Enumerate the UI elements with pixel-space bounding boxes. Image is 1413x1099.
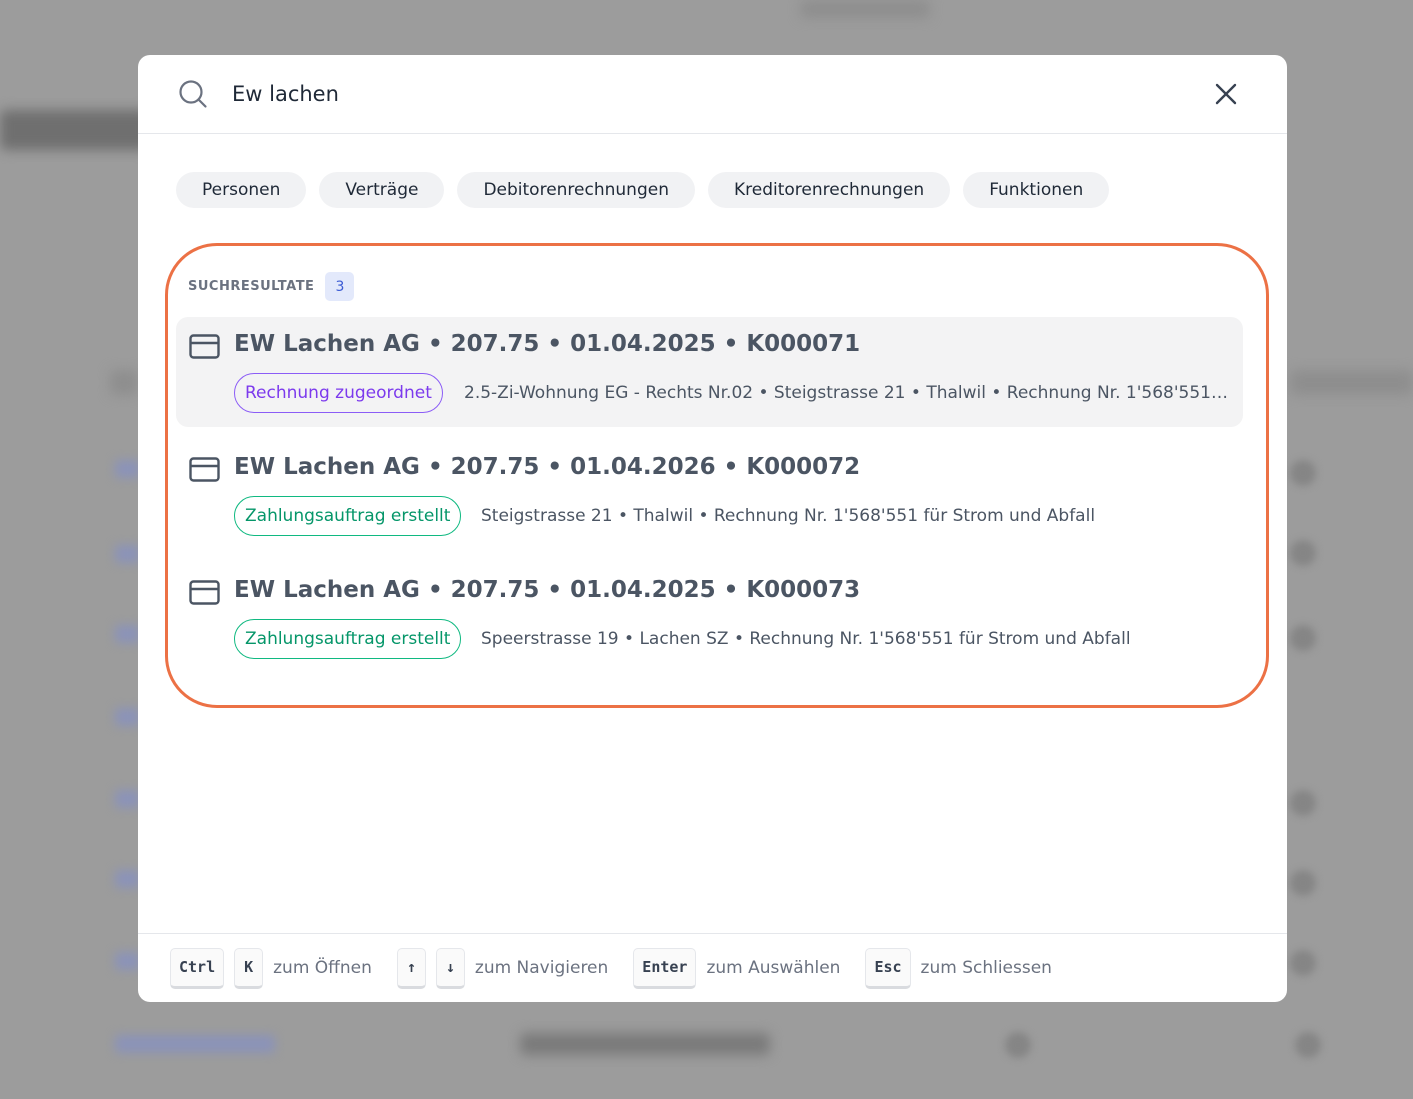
background-dot bbox=[1290, 540, 1316, 566]
kbd-k: K bbox=[234, 947, 264, 989]
results-count-badge: 3 bbox=[325, 272, 355, 301]
result-description: 2.5-Zi-Wohnung EG - Rechts Nr.02 • Steig… bbox=[464, 383, 1230, 403]
background-link bbox=[115, 545, 140, 563]
hint-select: zum Auswählen bbox=[706, 958, 841, 978]
hint-close: zum Schliessen bbox=[920, 958, 1052, 978]
kbd-arrow-down: ↓ bbox=[435, 947, 465, 989]
background-dot bbox=[1290, 950, 1316, 976]
kbd-esc: Esc bbox=[865, 947, 911, 989]
credit-card-icon bbox=[189, 334, 220, 359]
search-modal: Personen Verträge Debitorenrechnungen Kr… bbox=[138, 55, 1287, 1002]
result-title: EW Lachen AG • 207.75 • 01.04.2026 • K00… bbox=[234, 454, 861, 480]
background-link bbox=[115, 952, 140, 970]
background-link bbox=[115, 870, 140, 888]
search-icon bbox=[178, 79, 208, 109]
search-bar bbox=[138, 55, 1287, 134]
background-link bbox=[115, 625, 140, 643]
search-results: SUCHRESULTATE 3 EW Lachen AG • 207.75 • … bbox=[165, 243, 1269, 708]
background-dot bbox=[1295, 1032, 1321, 1058]
background-dot bbox=[1290, 460, 1316, 486]
status-badge: Rechnung zugeordnet bbox=[234, 373, 443, 413]
background-dot bbox=[1290, 790, 1316, 816]
background-dot bbox=[1005, 1032, 1031, 1058]
result-description: Speerstrasse 19 • Lachen SZ • Rechnung N… bbox=[481, 629, 1131, 649]
filter-chips: Personen Verträge Debitorenrechnungen Kr… bbox=[138, 134, 1287, 208]
filter-chip-vertraege[interactable]: Verträge bbox=[319, 172, 445, 208]
credit-card-icon bbox=[189, 457, 220, 482]
background-link bbox=[115, 708, 140, 726]
background-header bbox=[800, 0, 930, 18]
background-text bbox=[520, 1033, 770, 1055]
hint-open: zum Öffnen bbox=[273, 958, 372, 978]
filter-chip-funktionen[interactable]: Funktionen bbox=[963, 172, 1110, 208]
result-item[interactable]: EW Lachen AG • 207.75 • 01.04.2025 • K00… bbox=[176, 563, 1243, 673]
keyboard-shortcuts-footer: Ctrl K zum Öffnen ↑ ↓ zum Navigieren Ent… bbox=[138, 933, 1287, 1002]
result-description: Steigstrasse 21 • Thalwil • Rechnung Nr.… bbox=[481, 506, 1096, 526]
filter-chip-personen[interactable]: Personen bbox=[176, 172, 307, 208]
result-item[interactable]: EW Lachen AG • 207.75 • 01.04.2026 • K00… bbox=[176, 440, 1243, 550]
background-link bbox=[115, 1035, 275, 1053]
results-header: SUCHRESULTATE 3 bbox=[188, 272, 355, 301]
background-link bbox=[115, 460, 140, 478]
filter-chip-debitorenrechnungen[interactable]: Debitorenrechnungen bbox=[457, 172, 695, 208]
result-title: EW Lachen AG • 207.75 • 01.04.2025 • K00… bbox=[234, 577, 861, 603]
result-item[interactable]: EW Lachen AG • 207.75 • 01.04.2025 • K00… bbox=[176, 317, 1243, 427]
kbd-enter: Enter bbox=[633, 947, 697, 989]
kbd-ctrl: Ctrl bbox=[170, 947, 225, 989]
filter-chip-kreditorenrechnungen[interactable]: Kreditorenrechnungen bbox=[707, 172, 951, 208]
credit-card-icon bbox=[189, 580, 220, 605]
background-column bbox=[1290, 370, 1413, 395]
status-badge: Zahlungsauftrag erstellt bbox=[234, 619, 462, 659]
background-dot bbox=[1290, 625, 1316, 651]
background-column bbox=[110, 370, 138, 395]
status-badge: Zahlungsauftrag erstellt bbox=[234, 496, 462, 536]
search-input[interactable] bbox=[232, 74, 1132, 114]
close-icon[interactable] bbox=[1213, 81, 1239, 107]
background-dot bbox=[1290, 870, 1316, 896]
background-link bbox=[115, 790, 140, 808]
result-title: EW Lachen AG • 207.75 • 01.04.2025 • K00… bbox=[234, 331, 861, 357]
results-label: SUCHRESULTATE bbox=[188, 279, 315, 294]
hint-navigate: zum Navigieren bbox=[474, 958, 609, 978]
background-heading bbox=[0, 110, 150, 150]
kbd-arrow-up: ↑ bbox=[396, 947, 426, 989]
